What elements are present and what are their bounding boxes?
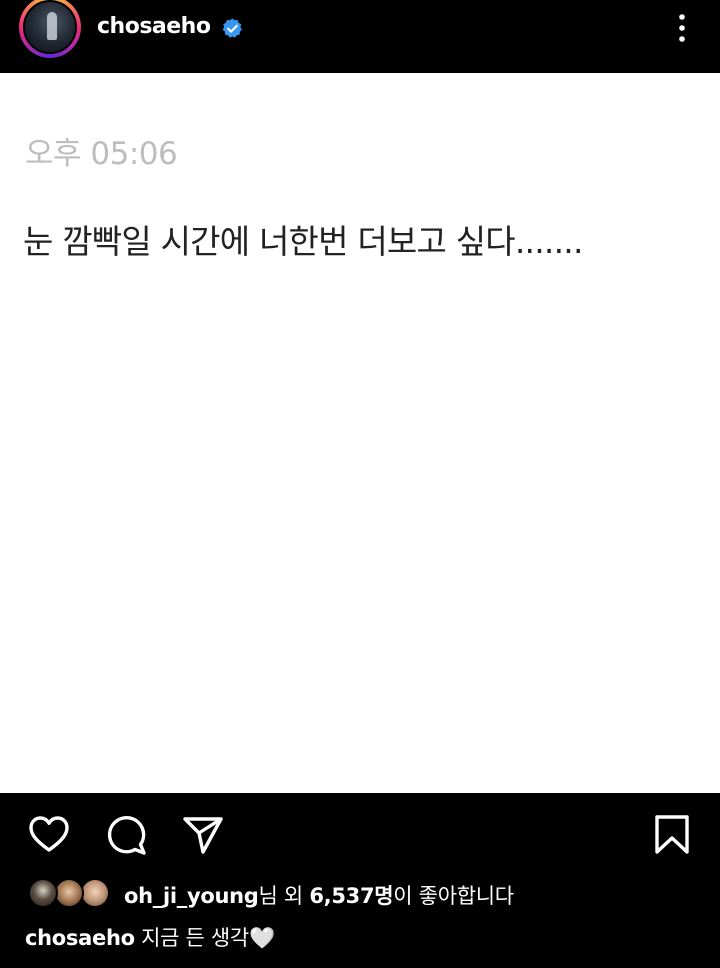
liker-avatar[interactable] <box>80 878 110 908</box>
heart-icon[interactable] <box>27 813 71 857</box>
avatar-figure <box>47 12 57 40</box>
liker-avatar[interactable] <box>28 878 58 908</box>
verified-badge-icon <box>222 18 242 38</box>
caption-text: 지금 든 생각🤍 <box>134 926 275 950</box>
liker-username[interactable]: oh_ji_young <box>124 884 259 908</box>
comment-icon[interactable] <box>104 813 148 857</box>
post-header: chosaeho <box>0 0 720 73</box>
bookmark-icon[interactable] <box>650 813 694 857</box>
message-time: 오후 05:06 <box>25 136 178 172</box>
action-bar <box>0 793 720 873</box>
post-image[interactable]: 오후 05:06 눈 깜빡일 시간에 너한번 더보고 싶다....... <box>0 73 720 793</box>
likes-count[interactable]: 6,537명 <box>309 884 393 908</box>
liker-avatar[interactable] <box>54 878 84 908</box>
likes-summary[interactable]: oh_ji_young님 외 6,537명이 좋아합니다 <box>124 880 514 910</box>
likes-label: 이 좋아합니다 <box>393 884 514 908</box>
send-icon[interactable] <box>181 813 225 857</box>
avatar[interactable] <box>23 0 77 54</box>
caption-username[interactable]: chosaeho <box>25 926 135 950</box>
message-text: 눈 깜빡일 시간에 너한번 더보고 싶다....... <box>23 222 583 261</box>
likes-row: oh_ji_young님 외 6,537명이 좋아합니다 <box>0 872 720 916</box>
story-ring[interactable] <box>19 0 81 58</box>
more-vertical-icon[interactable] <box>670 12 694 44</box>
caption: chosaeho 지금 든 생각🤍 <box>25 922 275 952</box>
likes-suffix: 님 외 <box>258 884 310 908</box>
header-username[interactable]: chosaeho <box>97 14 211 39</box>
